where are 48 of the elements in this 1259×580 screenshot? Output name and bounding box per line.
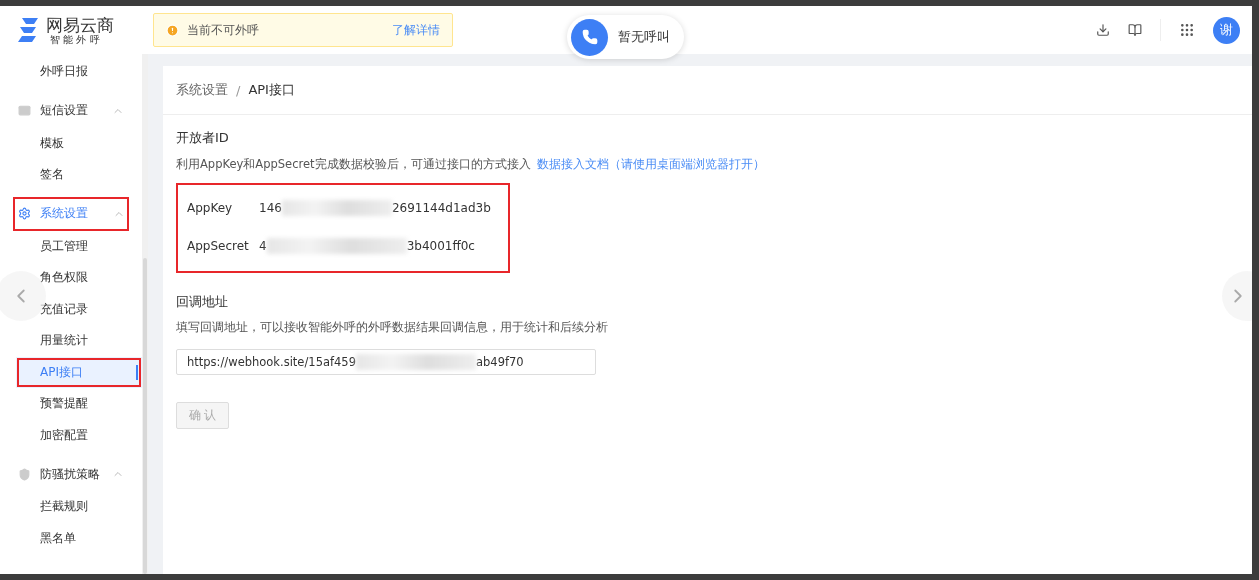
sidebar-group[interactable]: 短信设置 — [0, 93, 142, 128]
sidebar-item[interactable]: 员工管理 — [0, 230, 142, 262]
apps-icon[interactable] — [1179, 22, 1195, 38]
key-value-start: 4 — [259, 239, 267, 253]
key-label: AppSecret — [187, 239, 250, 253]
key-value-end: 3b4001ff0c — [406, 239, 475, 253]
book-icon[interactable] — [1128, 23, 1142, 37]
breadcrumb-item[interactable]: 系统设置 — [176, 81, 228, 99]
section-title: 开放者ID — [176, 129, 229, 147]
logo-icon — [18, 16, 40, 44]
phone-icon — [581, 29, 598, 45]
sidebar-item[interactable]: 黑名单 — [0, 522, 142, 554]
notice-text: 当前不可外呼 — [187, 21, 260, 39]
sidebar-item[interactable]: 预警提醒 — [0, 388, 142, 420]
logo-subtitle: 智 能 外 呼 — [49, 35, 101, 45]
sidebar-item[interactable]: API接口 — [16, 356, 142, 388]
group-label: 防骚扰策略 — [40, 465, 101, 483]
active-indicator — [136, 364, 138, 380]
sidebar-item[interactable]: 加密配置 — [0, 419, 142, 451]
breadcrumb-separator: / — [236, 82, 241, 98]
sidebar-group[interactable]: 防骚扰策略 — [0, 457, 142, 491]
user-avatar[interactable]: 谢 — [1213, 16, 1240, 44]
download-icon[interactable] — [1096, 23, 1110, 37]
call-status-pill[interactable]: 暂无呼叫 — [567, 15, 684, 59]
key-value-start: 146 — [259, 201, 282, 215]
sidebar-item[interactable]: 模板 — [0, 127, 142, 159]
key-label: AppKey — [187, 201, 234, 215]
gear-icon — [18, 207, 31, 220]
section-description: 填写回调地址，可以接收智能外呼的外呼数据结果回调信息，用于统计和后续分析 — [176, 320, 608, 335]
breadcrumb-item: API接口 — [248, 81, 295, 99]
group-label: 系统设置 — [40, 205, 89, 222]
call-status-text: 暂无呼叫 — [618, 28, 670, 46]
section-description: 利用AppKey和AppSecret完成数据校验后，可通过接口的方式接入 — [176, 157, 531, 172]
docs-link[interactable]: 数据接入文档（请使用桌面端浏览器打开） — [536, 156, 765, 173]
shield-icon — [18, 467, 31, 481]
callback-url-field[interactable]: https://webhook.site/15af459 ab49f70 — [176, 349, 596, 375]
logo-title: 网易云商 — [46, 15, 114, 35]
key-value-end: 2691144d1ad3b — [391, 201, 491, 215]
sidebar-item[interactable]: 外呼日报 — [0, 56, 142, 88]
warning-icon — [166, 23, 179, 37]
sidebar-item[interactable]: 签名 — [0, 159, 142, 191]
sidebar-item[interactable]: 拦截规则 — [0, 491, 142, 523]
group-label: 短信设置 — [40, 102, 89, 119]
sidebar-item[interactable]: 角色权限 — [0, 262, 142, 294]
sidebar-item[interactable]: 用量统计 — [0, 325, 142, 357]
section-title: 回调地址 — [176, 293, 229, 311]
sidebar-item[interactable]: 充值记录 — [0, 293, 142, 325]
sidebar-group[interactable]: 系统设置 — [13, 196, 129, 231]
